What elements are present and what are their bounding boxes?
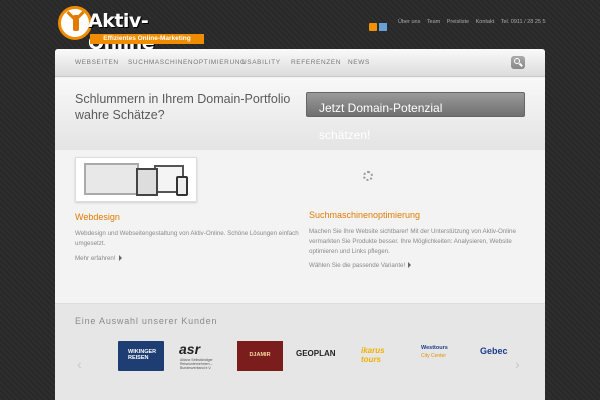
- webdesign-more-link[interactable]: Mehr erfahren!: [75, 255, 122, 262]
- arrow-right-icon: [118, 255, 122, 262]
- top-link-team[interactable]: Team: [427, 19, 440, 25]
- nav-item-usability[interactable]: USABILITY: [242, 59, 281, 66]
- site-logo[interactable]: Aktiv-Online Effizientes Online-Marketin…: [58, 6, 204, 54]
- contact-phone: Tel. 0911 / 28 25 5: [500, 19, 546, 25]
- nav-item-webseiten[interactable]: WEBSEITEN: [75, 59, 119, 66]
- clients-title: Eine Auswahl unserer Kunden: [75, 316, 218, 326]
- top-link-kontakt[interactable]: Kontakt: [476, 19, 495, 25]
- nav-item-news[interactable]: NEWS: [348, 59, 370, 66]
- search-button[interactable]: [511, 56, 525, 69]
- client-logo-djamir[interactable]: DJAMIR: [237, 341, 283, 371]
- seo-text: Machen Sie Ihre Website sichtbarer! Mit …: [309, 228, 516, 255]
- chevron-left-icon[interactable]: ‹: [77, 356, 82, 372]
- logo-tagline: Effizientes Online-Marketing: [90, 34, 204, 44]
- devices-mockup-image: [75, 157, 197, 202]
- client-logo-gebec[interactable]: Gebec: [480, 341, 520, 371]
- nav-item-referenzen[interactable]: REFERENZEN: [291, 59, 341, 66]
- main-nav: WEBSEITEN SUCHMASCHINENOPTIMIERUNG USABI…: [55, 49, 545, 77]
- arrow-right-icon: [408, 262, 412, 269]
- domain-potential-button-label[interactable]: Jetzt Domain-Potenzial schätzen!: [319, 95, 479, 149]
- hero-text: Schlummern in Ihrem Domain-Portfolio wah…: [75, 92, 291, 122]
- client-logo-asr[interactable]: asr Allianz Selbständiger Reiseunternehm…: [177, 341, 227, 371]
- clients-section: Eine Auswahl unserer Kunden ‹ › WIKINGER…: [55, 303, 545, 400]
- logo-text: Aktiv-Online: [88, 10, 155, 54]
- top-link-preisliste[interactable]: Preisliste: [447, 19, 469, 25]
- webdesign-more-label: Mehr erfahren!: [75, 255, 116, 262]
- logo-mark-icon: [58, 6, 92, 40]
- nav-item-suchmaschinenoptimierung[interactable]: SUCHMASCHINENOPTIMIERUNG: [128, 59, 246, 66]
- rss-icon[interactable]: [369, 23, 377, 31]
- webdesign-text: Webdesign und Webseitengestaltung von Ak…: [75, 230, 299, 247]
- social-icons: [369, 18, 389, 36]
- seo-more-label: Wählen Sie die passende Variante!: [309, 262, 406, 269]
- client-logo-wikinger[interactable]: WIKINGER REISEN: [118, 341, 164, 371]
- client-logo-westtours[interactable]: Westtours City Center: [421, 341, 465, 371]
- site-header: Aktiv-Online Effizientes Online-Marketin…: [0, 0, 600, 54]
- main-container: WEBSEITEN SUCHMASCHINENOPTIMIERUNG USABI…: [55, 49, 545, 400]
- top-link-ueber-uns[interactable]: Über uns: [398, 19, 420, 25]
- hero-banner: Schlummern in Ihrem Domain-Portfolio wah…: [55, 78, 545, 150]
- seo-more-link[interactable]: Wählen Sie die passende Variante!: [309, 262, 412, 269]
- top-links: Über uns Team Preisliste Kontakt Tel. 09…: [398, 19, 551, 25]
- seo-title[interactable]: Suchmaschinenoptimierung: [309, 210, 420, 220]
- client-logo-ikarus[interactable]: ikarus tours: [361, 341, 401, 371]
- client-logo-geoplan[interactable]: GEOPLAN: [296, 341, 344, 371]
- social-icon[interactable]: [379, 23, 387, 31]
- webdesign-title[interactable]: Webdesign: [75, 212, 120, 222]
- spinner-icon: [363, 171, 373, 181]
